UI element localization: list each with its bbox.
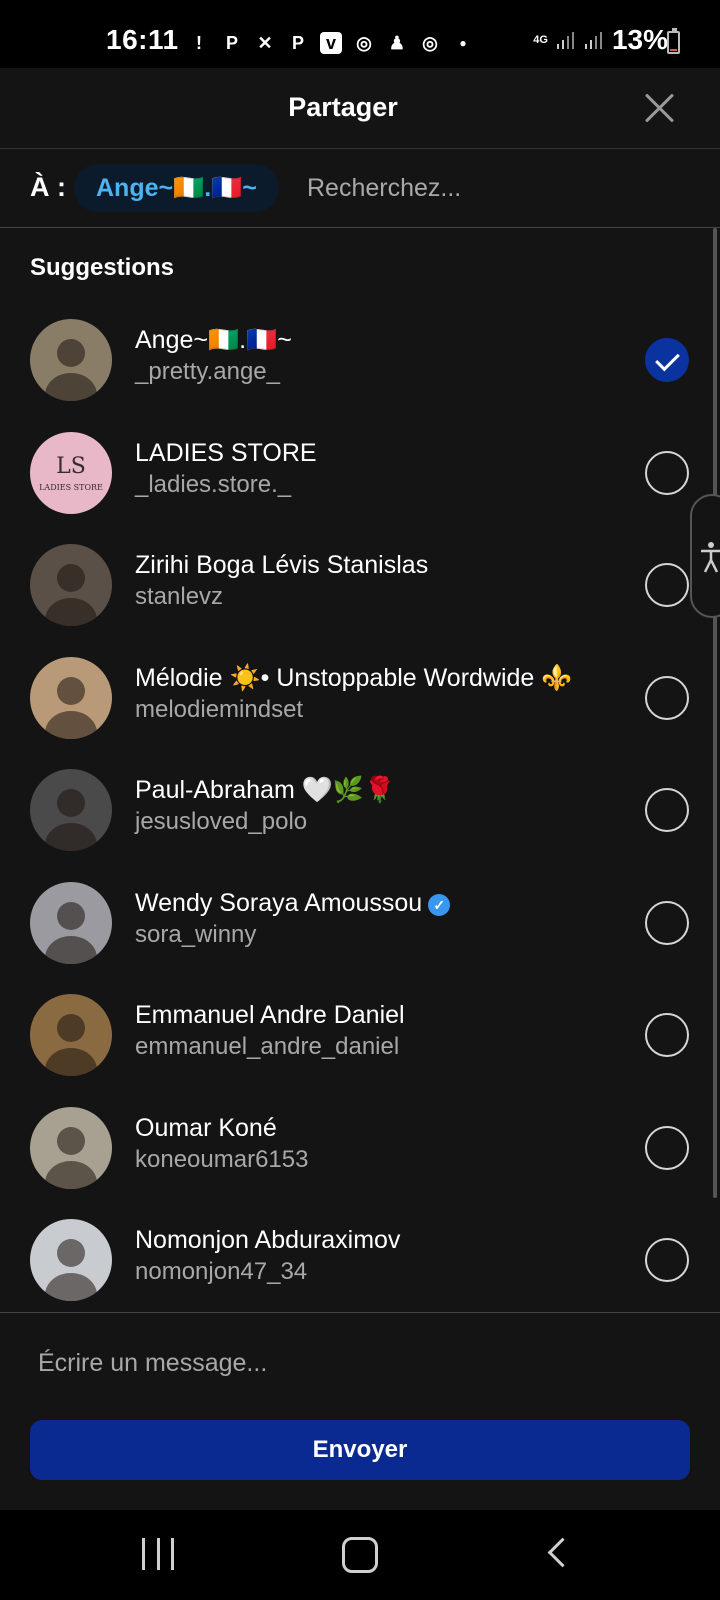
share-sheet: Partager À : Ange~🇨🇮.🇫🇷~ Suggestions Ang… (0, 68, 720, 1511)
avatar (30, 1219, 112, 1301)
page-title: Partager (288, 92, 398, 122)
contact-username: stanlevz (135, 583, 224, 610)
contact-name: Nomonjon Abduraximov (135, 1226, 401, 1254)
contact-name: Oumar Koné (135, 1113, 277, 1142)
contact-name: Paul-Abraham 🤍🌿🌹 (135, 776, 396, 804)
battery-percent: 13% (611, 24, 668, 55)
contact-username: emmanuel_andre_daniel (135, 1033, 400, 1060)
avatar (30, 994, 112, 1076)
search-input[interactable] (305, 167, 689, 209)
contact-name: Emmanuel Andre Daniel (135, 1001, 405, 1029)
back-icon[interactable] (547, 1537, 578, 1568)
list-item[interactable]: Emmanuel Andre Daniel emmanuel_andre_dani… (0, 979, 710, 1091)
avatar (30, 544, 112, 626)
battery-icon (667, 28, 680, 54)
radio-unchecked[interactable] (645, 1125, 689, 1170)
message-input[interactable] (36, 1339, 680, 1387)
contact-username: _pretty.ange_ (135, 358, 280, 385)
contact-username: melodiemindset (135, 695, 304, 723)
avatar (30, 319, 112, 401)
list-item[interactable]: Mélodie ☀️• Unstoppable Wordwide ⚜️ melod… (0, 642, 710, 754)
instagram-icon: ◎ (422, 32, 438, 53)
home-icon[interactable] (342, 1537, 378, 1573)
avatar (30, 1106, 112, 1189)
instagram-icon: ◎ (356, 32, 372, 53)
list-item[interactable]: LS LADIES STORE LADIES STORE _ladies.store.… (0, 417, 710, 529)
radio-unchecked[interactable] (645, 900, 689, 945)
list-item[interactable]: Zirihi Boga Lévis Stanislas stanlevz (0, 529, 710, 641)
radio-checked[interactable] (645, 338, 689, 382)
scrollbar[interactable] (713, 228, 717, 1198)
messenger-icon: ✕ (257, 32, 273, 53)
contact-username: nomonjon47_34 (135, 1258, 308, 1285)
send-button[interactable]: Envoyer (30, 1420, 690, 1480)
contact-username: jesusloved_polo (135, 808, 308, 835)
contact-name: LADIES STORE (135, 438, 317, 467)
p-icon: P (225, 32, 238, 53)
avatar (30, 769, 112, 851)
suggestions-heading: Suggestions (30, 254, 175, 281)
system-nav-bar (0, 1510, 720, 1600)
status-right: 4G 13% (533, 24, 668, 56)
vinted-icon: v (320, 32, 342, 54)
dot-icon: ● (459, 36, 467, 50)
message-footer: Envoyer (0, 1312, 720, 1511)
snapchat-icon: ♟ (388, 32, 406, 53)
avatar: LS LADIES STORE (30, 431, 112, 514)
list-item[interactable]: Oumar Koné koneoumar6153 (0, 1092, 710, 1204)
close-icon[interactable] (640, 89, 678, 127)
accessibility-button[interactable] (690, 494, 720, 618)
contact-username: _ladies.store._ (135, 470, 292, 498)
recipient-chip[interactable]: Ange~🇨🇮.🇫🇷~ (74, 164, 279, 212)
recipient-row: À : Ange~🇨🇮.🇫🇷~ (0, 149, 720, 228)
radio-unchecked[interactable] (645, 675, 689, 720)
avatar (30, 881, 112, 964)
signal-icon (556, 32, 574, 49)
notification-icons: ! P ✕ P v ◎ ♟ ◎ ● (188, 28, 474, 58)
radio-unchecked[interactable] (645, 450, 689, 495)
avatar (30, 656, 112, 739)
network-type: 4G (533, 33, 548, 46)
list-item[interactable]: Nomonjon Abduraximov nomonjon47_34 (0, 1204, 710, 1316)
radio-unchecked[interactable] (645, 1013, 689, 1057)
contact-username: koneoumar6153 (135, 1145, 309, 1173)
list-item[interactable]: Ange~🇨🇮.🇫🇷~ _pretty.ange_ (0, 304, 710, 416)
to-label: À : (30, 172, 66, 202)
sheet-header: Partager (0, 68, 720, 149)
status-bar: 16:11 ! P ✕ P v ◎ ♟ ◎ ● 4G 13% (0, 0, 720, 68)
radio-unchecked[interactable] (645, 563, 689, 607)
radio-unchecked[interactable] (645, 1238, 689, 1282)
verified-badge-icon: ✓ (428, 893, 451, 916)
p-icon: P (291, 32, 304, 53)
radio-unchecked[interactable] (645, 788, 689, 832)
contact-username: sora_winny (135, 920, 257, 948)
contact-name: Zirihi Boga Lévis Stanislas (135, 551, 429, 579)
accessibility-icon (701, 542, 720, 573)
recent-apps-icon[interactable] (142, 1538, 174, 1570)
alert-icon: ! (196, 32, 202, 53)
suggestions-list[interactable]: Suggestions Ange~🇨🇮.🇫🇷~ _pretty.ange_ LS LA… (0, 228, 710, 1378)
list-item[interactable]: Wendy Soraya Amoussou ✓ sora_winny (0, 867, 710, 979)
contact-name: Mélodie ☀️• Unstoppable Wordwide ⚜️ (135, 663, 573, 692)
status-time: 16:11 (106, 24, 179, 55)
contact-name: Ange~🇨🇮.🇫🇷~ (135, 326, 292, 354)
list-item[interactable]: Paul-Abraham 🤍🌿🌹 jesusloved_polo (0, 754, 710, 866)
contact-name: Wendy Soraya Amoussou ✓ (135, 889, 451, 918)
signal-icon (584, 32, 602, 49)
